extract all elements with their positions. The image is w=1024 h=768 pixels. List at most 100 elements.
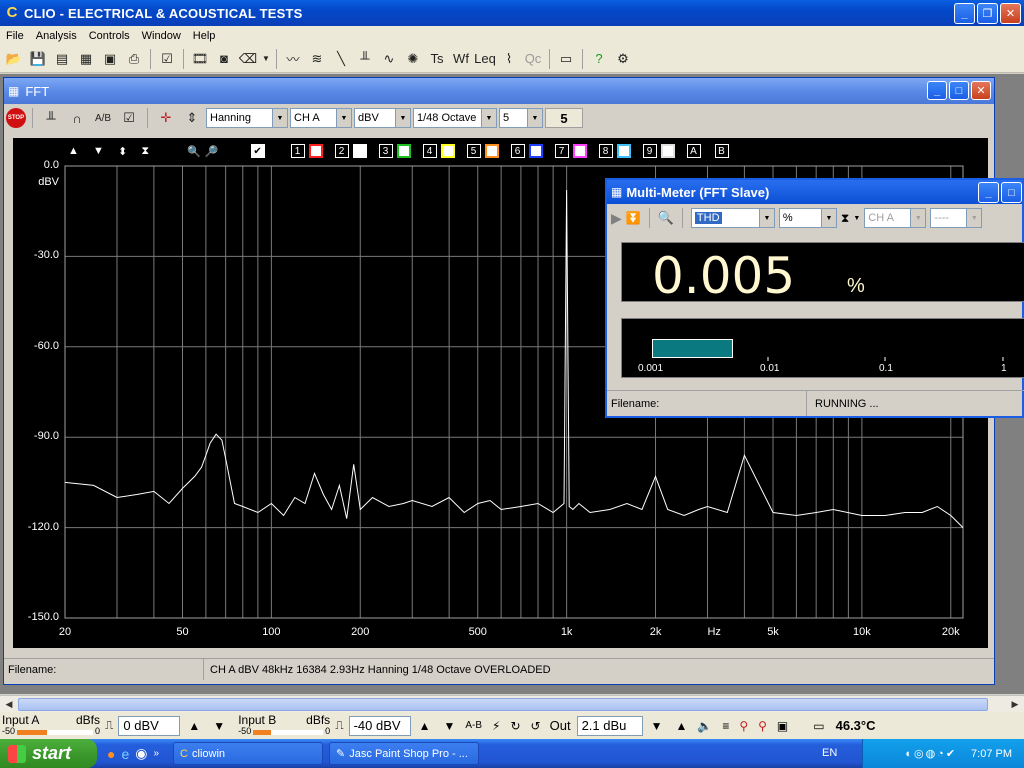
- battery-icon[interactable]: ▭: [793, 719, 829, 733]
- horizontal-scrollbar[interactable]: ◀ ▶: [0, 695, 1024, 712]
- impulse-a-icon[interactable]: ⎍: [100, 718, 118, 733]
- stop-icon[interactable]: STOP: [6, 108, 26, 128]
- wow-flutter-icon[interactable]: Wf: [449, 47, 473, 71]
- overlay-check-icon[interactable]: ✔: [250, 144, 265, 158]
- memory-slot-8[interactable]: 8: [598, 144, 613, 158]
- memory-color-9[interactable]: [660, 144, 675, 158]
- memory-color-2[interactable]: [352, 144, 367, 158]
- spectrum-icon[interactable]: ╨: [39, 106, 63, 130]
- memory-color-6[interactable]: [528, 144, 543, 158]
- monitor-icon[interactable]: ▭: [554, 47, 578, 71]
- memory-color-8[interactable]: [616, 144, 631, 158]
- ab-mode-button[interactable]: A-B: [460, 720, 487, 731]
- restore-button[interactable]: ❐: [977, 3, 998, 24]
- print-setup-icon[interactable]: ▣: [98, 47, 122, 71]
- memory-slot-3[interactable]: 3: [378, 144, 393, 158]
- output-down-icon[interactable]: ▼: [643, 719, 671, 733]
- memory-slot-6[interactable]: 6: [510, 144, 525, 158]
- compress-icon[interactable]: ⧗: [141, 145, 149, 158]
- multimeter-icon[interactable]: ✺: [401, 47, 425, 71]
- help-icon[interactable]: ?: [587, 47, 611, 71]
- unit-select[interactable]: dBV ▼: [354, 108, 411, 128]
- firefox-icon[interactable]: ●: [107, 746, 115, 762]
- save-as-icon[interactable]: ▤: [50, 47, 74, 71]
- multimeter-minimize-button[interactable]: _: [978, 182, 999, 203]
- mm-channel-select[interactable]: CH A ▼: [864, 208, 927, 228]
- language-indicator[interactable]: EN: [822, 747, 837, 759]
- sensor-icon[interactable]: ▣: [772, 719, 793, 733]
- task-paintshop[interactable]: ✎ Jasc Paint Shop Pro - ...: [329, 742, 480, 765]
- zoom-in-icon[interactable]: 🔍: [187, 145, 201, 158]
- waterfall-icon[interactable]: ≋: [305, 47, 329, 71]
- fft-maximize-button[interactable]: □: [949, 81, 969, 100]
- film-icon[interactable]: 🎞: [188, 47, 212, 71]
- ab-icon[interactable]: A/B: [91, 106, 115, 130]
- menu-analysis[interactable]: Analysis: [30, 30, 83, 42]
- input-b-up-icon[interactable]: ▲: [411, 719, 439, 733]
- smoothing-select[interactable]: 1/48 Octave ▼: [413, 108, 497, 128]
- output-up-icon[interactable]: ▲: [670, 719, 692, 733]
- dropdown-arrow-icon[interactable]: ▼: [853, 215, 860, 222]
- input-a-up-icon[interactable]: ▲: [180, 719, 208, 733]
- impulse-b-icon[interactable]: ⎍: [330, 718, 348, 733]
- menu-help[interactable]: Help: [187, 30, 222, 42]
- settings-check-icon[interactable]: ☑: [117, 106, 141, 130]
- memory-color-5[interactable]: [484, 144, 499, 158]
- print-icon[interactable]: ⎙: [122, 47, 146, 71]
- minimize-button[interactable]: _: [954, 3, 975, 24]
- marker-icon[interactable]: ✛: [154, 106, 178, 130]
- range-icon[interactable]: ⧗: [841, 211, 849, 226]
- multimeter-maximize-button[interactable]: □: [1001, 182, 1022, 203]
- fft-close-button[interactable]: ✕: [971, 81, 991, 100]
- linearity-icon[interactable]: ⌇: [497, 47, 521, 71]
- memory-slot-B[interactable]: B: [714, 144, 729, 158]
- menu-controls[interactable]: Controls: [83, 30, 136, 42]
- input-b-range-field[interactable]: -40 dBV: [348, 715, 411, 736]
- save-icon[interactable]: 💾: [26, 47, 50, 71]
- search-icon[interactable]: 🔍: [658, 210, 674, 226]
- loop-a-icon[interactable]: ↻: [505, 719, 525, 733]
- arrow-down-icon[interactable]: ▼: [93, 145, 104, 157]
- memory-slot-1[interactable]: 1: [290, 144, 305, 158]
- autorange-icon[interactable]: ⚡: [487, 719, 505, 733]
- memory-slot-A[interactable]: A: [686, 144, 701, 158]
- speaker-icon[interactable]: 🔈: [692, 719, 717, 733]
- expand-icon[interactable]: ⬍: [118, 145, 127, 158]
- leq-icon[interactable]: Leq: [473, 47, 497, 71]
- input-a-range-field[interactable]: 0 dBV: [118, 715, 181, 736]
- parameter-select[interactable]: THD ▼: [690, 208, 775, 228]
- media-icon[interactable]: ◉: [135, 745, 147, 762]
- memory-color-1[interactable]: [308, 144, 323, 158]
- ie-icon[interactable]: e: [121, 746, 129, 762]
- phantom-icon[interactable]: ⚲: [734, 719, 753, 733]
- sine-wave-icon[interactable]: ∿: [377, 47, 401, 71]
- quicklaunch-more-icon[interactable]: »: [153, 748, 159, 759]
- memory-color-4[interactable]: [440, 144, 455, 158]
- loop-b-icon[interactable]: ↺: [526, 719, 546, 733]
- sinusoidal-icon[interactable]: ╲: [329, 47, 353, 71]
- arrow-up-icon[interactable]: ▲: [68, 145, 79, 157]
- mls-analysis-icon[interactable]: 〰: [281, 47, 305, 71]
- thiele-small-icon[interactable]: Ts: [425, 47, 449, 71]
- scroll-right-icon[interactable]: ▶: [1007, 697, 1023, 712]
- zoom-out-icon[interactable]: 🔎: [205, 145, 219, 158]
- mm-extra-select[interactable]: ---- ▼: [930, 208, 983, 228]
- tray-icons[interactable]: ◐◎◍◔✔: [905, 747, 957, 760]
- memory-slot-2[interactable]: 2: [334, 144, 349, 158]
- capture-icon[interactable]: ⏬: [626, 211, 641, 225]
- start-button[interactable]: start: [0, 739, 97, 768]
- input-a-down-icon[interactable]: ▼: [208, 719, 230, 733]
- scale-icon[interactable]: ⇕: [180, 106, 204, 130]
- scrollbar-thumb[interactable]: [18, 698, 988, 711]
- memory-slot-5[interactable]: 5: [466, 144, 481, 158]
- channel-select[interactable]: CH A ▼: [290, 108, 352, 128]
- window-select[interactable]: Hanning ▼: [206, 108, 288, 128]
- close-button[interactable]: ✕: [1000, 3, 1021, 24]
- export-icon[interactable]: ▦: [74, 47, 98, 71]
- menu-file[interactable]: File: [0, 30, 30, 42]
- menu-window[interactable]: Window: [136, 30, 187, 42]
- play-icon[interactable]: ▶: [611, 210, 622, 227]
- mm-unit-select[interactable]: % ▼: [778, 208, 837, 228]
- output-level-field[interactable]: 2.1 dBu: [576, 715, 643, 736]
- output-mode-icon[interactable]: ≡: [717, 719, 734, 733]
